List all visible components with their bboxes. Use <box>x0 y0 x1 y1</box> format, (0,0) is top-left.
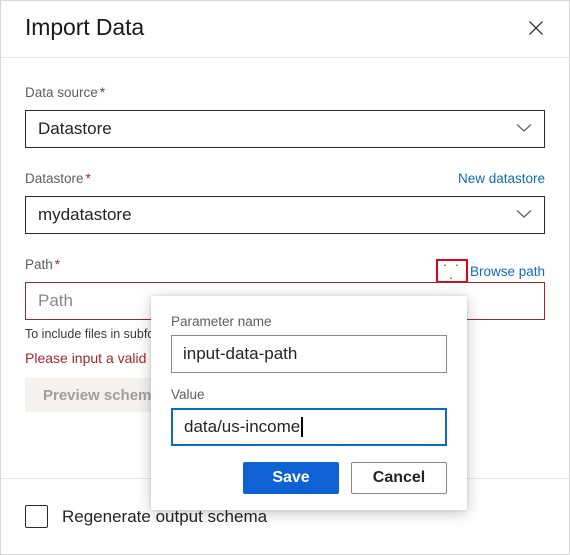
regenerate-schema-checkbox[interactable] <box>25 505 48 528</box>
path-parameter-ellipsis-button[interactable]: · · · <box>435 258 468 284</box>
data-source-label-row: Data source * <box>25 84 545 102</box>
import-data-panel: Import Data Data source * Datastore Data… <box>0 0 570 555</box>
popup-spacer <box>171 373 447 387</box>
data-source-label: Data source * <box>25 85 106 100</box>
value-label: Value <box>171 387 205 402</box>
save-button[interactable]: Save <box>243 462 339 494</box>
ellipsis-icon: · · · <box>442 257 462 285</box>
parameter-name-input[interactable]: input-data-path <box>171 335 447 373</box>
parameter-popup: Parameter name input-data-path Value dat… <box>151 296 467 510</box>
required-asterisk: * <box>99 85 106 100</box>
required-asterisk: * <box>54 257 61 272</box>
text-cursor <box>301 417 303 437</box>
page-title: Import Data <box>25 14 145 40</box>
cancel-button[interactable]: Cancel <box>351 462 447 494</box>
path-label-row: Path * · · · Browse path <box>25 256 545 284</box>
browse-path-link[interactable]: Browse path <box>470 264 545 279</box>
datastore-value: mydatastore <box>38 205 132 224</box>
chevron-down-icon <box>516 120 532 138</box>
panel-header: Import Data <box>1 1 569 58</box>
datastore-dropdown[interactable]: mydatastore <box>25 196 545 234</box>
path-input-placeholder: Path <box>38 291 73 310</box>
close-icon <box>527 19 545 37</box>
parameter-name-value: input-data-path <box>183 344 298 363</box>
value-input-text: data/us-income <box>184 417 301 436</box>
data-source-dropdown[interactable]: Datastore <box>25 110 545 148</box>
value-input[interactable]: data/us-income <box>171 408 447 446</box>
close-button[interactable] <box>519 11 553 45</box>
value-input-value: data/us-income <box>173 417 303 437</box>
new-datastore-link[interactable]: New datastore <box>458 171 545 186</box>
parameter-name-label: Parameter name <box>171 314 272 329</box>
datastore-label-row: Datastore * New datastore <box>25 170 545 188</box>
required-asterisk: * <box>85 171 91 186</box>
data-source-value: Datastore <box>38 119 112 138</box>
chevron-down-icon <box>516 206 532 224</box>
popup-actions: Save Cancel <box>171 462 447 494</box>
path-actions: · · · Browse path <box>435 258 545 284</box>
path-label: Path * <box>25 257 61 272</box>
datastore-label: Datastore * <box>25 171 91 186</box>
